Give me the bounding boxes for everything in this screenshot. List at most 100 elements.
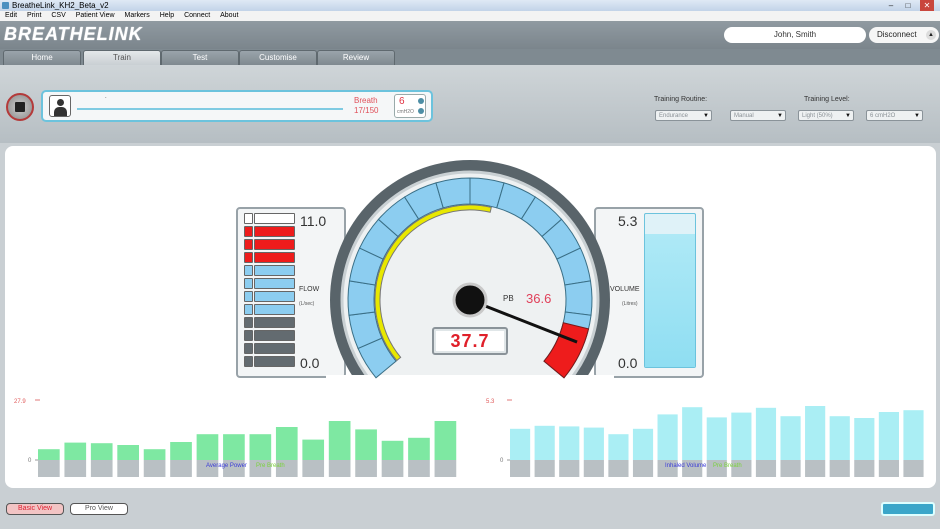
tab-home[interactable]: Home: [3, 50, 81, 65]
tab-customise[interactable]: Customise: [239, 50, 317, 65]
close-icon[interactable]: ✕: [920, 0, 934, 11]
menu-connect[interactable]: Connect: [184, 12, 210, 19]
chart-bar: [780, 416, 801, 460]
training-routine-label: Training Routine:: [654, 96, 708, 103]
flow-segment: [254, 304, 295, 315]
flow-segment: [254, 239, 295, 250]
chart-bar: [408, 437, 430, 460]
maximize-icon[interactable]: □: [901, 0, 915, 11]
main-tabs: Home Train Test Customise Review: [0, 49, 940, 65]
flow-segment-indicator: [244, 239, 253, 250]
chart-bar: [302, 439, 325, 460]
gauge-hub: [452, 282, 488, 318]
pb-value: 36.6: [526, 291, 552, 306]
minimize-icon[interactable]: –: [884, 0, 898, 11]
chart-bar: [583, 427, 604, 460]
chevron-down-icon: ▼: [777, 113, 783, 119]
chart-bar-reflection: [434, 460, 457, 477]
chart-bar: [381, 440, 404, 460]
volume-legend-pre: Pre Breath: [713, 463, 742, 469]
tab-review[interactable]: Review: [317, 50, 395, 65]
pressure-gauge: [326, 160, 614, 392]
chart-bar: [657, 414, 678, 460]
breath-progress-panel: . Breath 17/150 6 cmH2O: [41, 90, 433, 122]
training-level-label: Training Level:: [804, 96, 850, 103]
tab-train[interactable]: Train: [83, 50, 161, 65]
flow-segment-indicator: [244, 330, 253, 341]
disconnect-button[interactable]: Disconnect ▲: [869, 27, 939, 43]
chart-bar-reflection: [534, 460, 555, 477]
patient-name-field[interactable]: John, Smith: [724, 27, 866, 43]
power-legend-pre: Pre Breath: [256, 463, 285, 469]
flow-segment: [254, 265, 295, 276]
menu-markers[interactable]: Markers: [124, 12, 149, 19]
chart-bar-reflection: [878, 460, 899, 477]
flow-segment: [254, 278, 295, 289]
breath-marker: .: [105, 94, 107, 100]
resistance-unit: cmH2O: [397, 109, 414, 115]
pressure-select[interactable]: 6 cmH2O ▼: [866, 110, 923, 121]
menu-edit[interactable]: Edit: [5, 12, 17, 19]
chart-bar: [805, 406, 826, 460]
chart-bar: [38, 449, 60, 460]
chart-bar: [196, 434, 219, 460]
breath-label: Breath: [354, 96, 378, 105]
mode-select[interactable]: Manual ▼: [730, 110, 786, 121]
increase-icon[interactable]: [418, 98, 424, 104]
patient-icon: [49, 95, 71, 117]
chart-bar-reflection: [355, 460, 377, 477]
menu-print[interactable]: Print: [27, 12, 41, 19]
volume-label: VOLUME: [610, 286, 640, 293]
menu-patient-view[interactable]: Patient View: [76, 12, 115, 19]
flow-segment-indicator: [244, 343, 253, 354]
breath-count: 17/150: [354, 106, 379, 115]
chart-bar: [682, 407, 703, 460]
breath-progress-track: [77, 108, 343, 110]
app-header: BREATHELINK John, Smith Disconnect ▲: [0, 21, 940, 49]
footer-bar: Basic View Pro View: [0, 497, 940, 529]
chart-bar-reflection: [583, 460, 604, 477]
chart-bar: [632, 428, 654, 460]
chevron-down-icon: ▼: [845, 113, 851, 119]
routine-select[interactable]: Endurance ▼: [655, 110, 712, 121]
flow-segment: [254, 213, 295, 224]
tab-test[interactable]: Test: [161, 50, 239, 65]
flow-segment: [254, 343, 295, 354]
flow-segment-indicator: [244, 265, 253, 276]
pro-view-button[interactable]: Pro View: [70, 503, 128, 515]
chevron-down-icon: ▼: [703, 113, 709, 119]
flow-segment-indicator: [244, 252, 253, 263]
chart-bar: [275, 427, 298, 460]
flow-segment-indicator: [244, 226, 253, 237]
chart-bar-reflection: [510, 460, 531, 477]
decrease-icon[interactable]: [418, 108, 424, 114]
flow-segment: [254, 317, 295, 328]
chart-bar: [223, 434, 245, 460]
flow-segment: [254, 330, 295, 341]
power-legend: Average Power: [206, 463, 247, 469]
stop-button[interactable]: [6, 93, 34, 121]
training-controls: . Breath 17/150 6 cmH2O Training Routine…: [0, 65, 940, 143]
volume-tube: [644, 213, 696, 368]
chart-bar-reflection: [143, 460, 166, 477]
volume-legend: Inhaled Volume: [665, 463, 707, 469]
disconnect-label: Disconnect: [877, 30, 917, 39]
chart-bar: [829, 416, 850, 460]
y-min-label: 0: [500, 458, 504, 464]
chart-bar-reflection: [632, 460, 654, 477]
chart-bar: [706, 417, 727, 460]
flow-unit: (L/sec): [299, 301, 315, 307]
chart-bar-reflection: [608, 460, 629, 477]
level-select[interactable]: Light (50%) ▼: [798, 110, 854, 121]
basic-view-button[interactable]: Basic View: [6, 503, 64, 515]
chart-bar: [878, 412, 899, 460]
volume-min: 0.0: [618, 355, 638, 371]
stop-icon: [15, 102, 25, 112]
chart-bar: [328, 421, 351, 460]
resistance-stepper[interactable]: 6 cmH2O: [394, 94, 426, 118]
menu-help[interactable]: Help: [160, 12, 174, 19]
volume-fill: [645, 233, 695, 367]
menu-about[interactable]: About: [220, 12, 238, 19]
menu-csv[interactable]: CSV: [51, 12, 65, 19]
chart-bar-reflection: [805, 460, 826, 477]
